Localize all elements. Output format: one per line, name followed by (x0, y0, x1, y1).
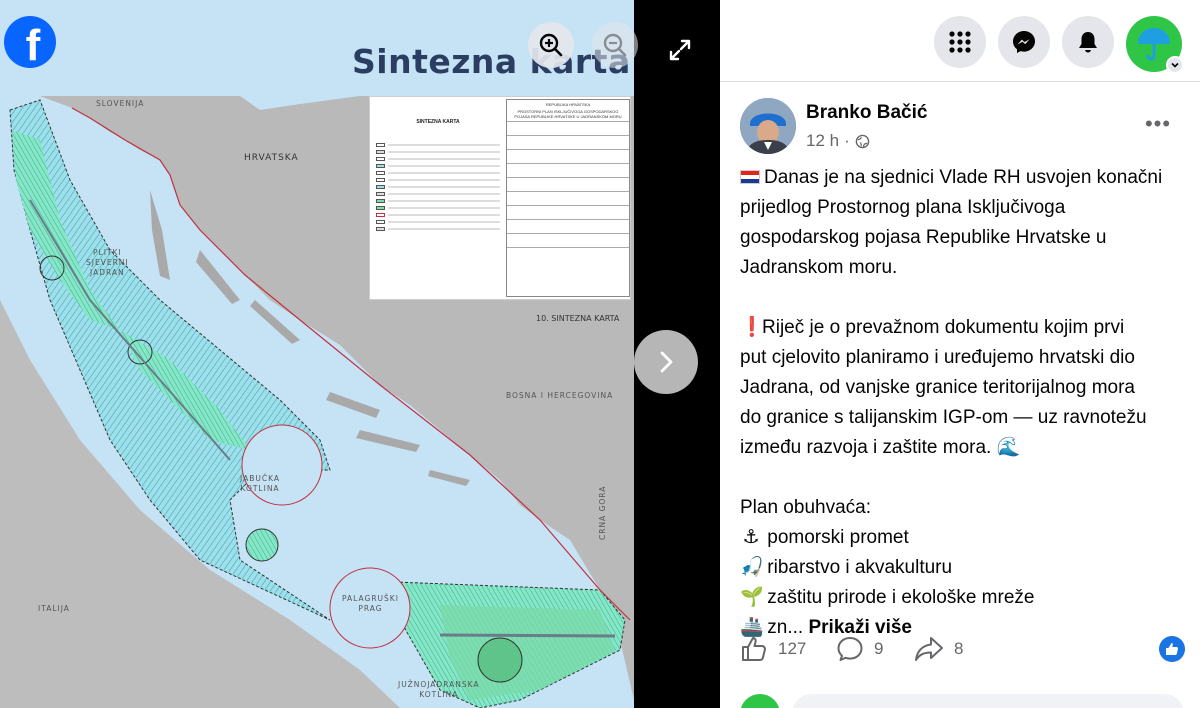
legend-right-column: REPUBLIKA HRVATSKA PROSTORNI PLAN ISKLJU… (506, 99, 630, 297)
menu-button[interactable] (934, 16, 986, 68)
comment-input[interactable] (792, 694, 1184, 708)
plan-item: 🌱 zaštitu prirode i ekološke mreže (740, 583, 1184, 613)
map-label-italy: ITALIJA (38, 604, 70, 613)
anchor-icon: ⚓ (742, 527, 760, 548)
share-count: 8 (954, 639, 964, 658)
like-button[interactable]: 127 (740, 632, 806, 666)
zoom-out-icon (603, 33, 627, 57)
chevron-down-icon (1166, 56, 1184, 74)
zoom-in-button[interactable] (528, 22, 574, 68)
comment-composer (740, 690, 1184, 708)
notifications-bell-icon (1079, 32, 1097, 53)
legend-document: SINTEZNA KARTA REPUBLIKA HRVATSKA PROSTO… (369, 96, 631, 300)
author-avatar[interactable] (740, 98, 796, 154)
wave-icon: 🌊 (996, 437, 1021, 458)
like-count: 127 (778, 639, 807, 658)
thumbs-up-icon (742, 637, 766, 661)
map-label-south-adriatic: JUŽNOJADRANSKA KOTLINA (398, 680, 480, 699)
messenger-button[interactable] (998, 16, 1050, 68)
paragraph2-line1: Riječ je o prevažnom dokumentu kojim prv… (762, 317, 1125, 338)
paragraph2-line3: Jadrana, od vanjske granice teritorijaln… (740, 377, 1135, 398)
map-label-jabuka: JABUČKA KOTLINA (240, 474, 280, 493)
map-image[interactable]: Sintezna karta SLOVENIJA HRVATSKA PLITKI… (0, 0, 634, 708)
post-header: Branko Bačić 12 h · ••• (740, 98, 1180, 158)
legend-left-title: SINTEZNA KARTA (416, 119, 460, 125)
like-reaction-icon[interactable] (1159, 636, 1185, 662)
map-label-palagruza: PALAGRUŠKI PRAG (342, 594, 399, 613)
author-name[interactable]: Branko Bačić (806, 102, 927, 124)
paragraph2-line4: do granice s talijanskim IGP-om — uz rav… (740, 407, 1147, 428)
globe-icon (855, 134, 870, 148)
map-label-croatia: HRVATSKA (244, 153, 299, 163)
fishing-icon: 🎣 (740, 557, 764, 578)
messenger-icon (1013, 31, 1035, 53)
facebook-logo-icon[interactable]: f (4, 16, 56, 68)
seedling-icon: 🌱 (740, 587, 764, 608)
comment-button[interactable]: 9 (836, 632, 883, 666)
comment-icon (837, 637, 863, 661)
zoom-out-button[interactable] (592, 22, 638, 68)
paragraph2-line5: između razvoja i zaštite mora. (740, 437, 992, 458)
map-label-bih: BOSNA I HERCEGOVINA (506, 391, 614, 400)
zoom-in-icon (539, 33, 563, 57)
plan-item: 🎣 ribarstvo i akvakulturu (740, 553, 1184, 583)
post-panel: Branko Bačić 12 h · ••• Danas je na sjed… (720, 0, 1200, 708)
map-label-north-adriatic: PLITKI SJEVERNI JADRAN (86, 248, 129, 277)
menu-grid-icon (949, 31, 971, 53)
post-body: Danas je na sjednici Vlade RH usvojen ko… (740, 163, 1184, 643)
top-navigation (720, 0, 1200, 82)
plan-intro: Plan obuhvaća: (740, 497, 871, 518)
profile-menu-button[interactable] (1126, 16, 1184, 74)
legend-right-title: PROSTORNI PLAN ISKLJUČIVOGA GOSPODARSKOG… (507, 107, 629, 122)
next-photo-button[interactable] (634, 330, 698, 394)
map-label-montenegro: CRNA GORA (598, 485, 607, 540)
paragraph2-line2: put cjelovito planiramo i uređujemo hrva… (740, 347, 1135, 368)
post-meta: 12 h · (806, 131, 870, 151)
paragraph1-line4: Jadranskom moru. (740, 257, 898, 278)
map-title: Sintezna karta (352, 42, 631, 81)
map-label-slovenia: SLOVENIJA (96, 99, 145, 108)
share-button[interactable]: 8 (914, 632, 963, 666)
legend-left-column: SINTEZNA KARTA (376, 103, 500, 232)
fullscreen-button[interactable] (660, 30, 700, 70)
paragraph1-line3: gospodarskog pojasa Republike Hrvatske u (740, 227, 1107, 248)
post-time[interactable]: 12 h (806, 131, 839, 151)
map-sheet-label: 10. SINTEZNA KARTA (536, 314, 620, 323)
notifications-button[interactable] (1062, 16, 1114, 68)
meta-separator: · (844, 131, 850, 150)
comment-count: 9 (874, 639, 884, 658)
croatia-flag-icon (740, 170, 760, 184)
photo-viewer: Sintezna karta SLOVENIJA HRVATSKA PLITKI… (0, 0, 720, 708)
more-options-button[interactable]: ••• (1138, 111, 1178, 136)
paragraph1-line2: prijedlog Prostornog plana Isključivoga (740, 197, 1066, 218)
plan-item: ⚓ pomorski promet (740, 523, 1184, 553)
viewer-avatar (740, 694, 780, 708)
exclamation-icon: ❗ (740, 317, 764, 338)
share-icon (915, 637, 943, 661)
paragraph1-line1: Danas je na sjednici Vlade RH usvojen ko… (764, 167, 1163, 188)
chevron-right-icon (660, 351, 673, 373)
post-actions: 127 9 8 (740, 632, 1185, 666)
fullscreen-icon (669, 39, 691, 61)
